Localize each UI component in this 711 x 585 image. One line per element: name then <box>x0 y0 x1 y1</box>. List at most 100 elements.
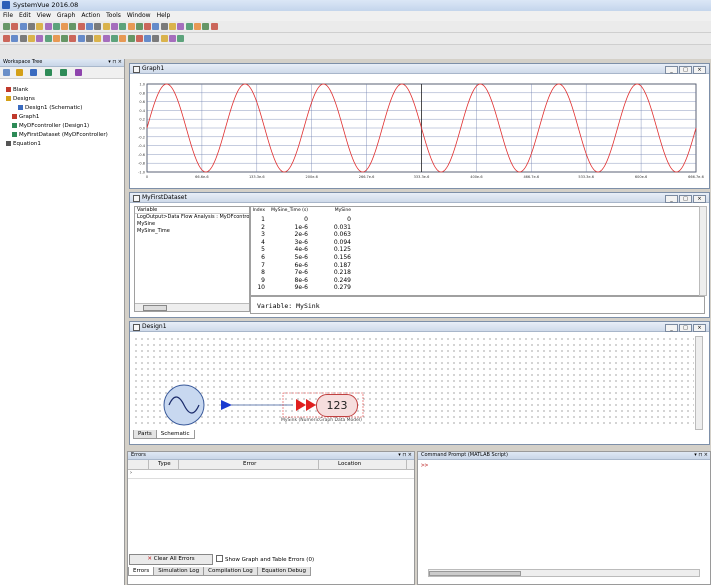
toolbar-button-icon[interactable] <box>185 23 193 30</box>
col-error[interactable]: Error <box>243 461 256 467</box>
col-location[interactable]: Location <box>338 461 361 467</box>
variable-hscrollbar[interactable] <box>135 303 249 311</box>
toolbar-button-icon[interactable] <box>19 35 27 42</box>
dataset-icon[interactable] <box>45 69 52 76</box>
toolbar-button-icon[interactable] <box>127 23 135 30</box>
table-row[interactable]: 9 8e-6 0.249 <box>251 277 361 284</box>
table-row[interactable]: 3 2e-6 0.063 <box>251 231 361 238</box>
column-header[interactable]: MySine_Time (s) <box>271 208 308 213</box>
menu-graph[interactable]: Graph <box>54 11 78 19</box>
toolbar-button-icon[interactable] <box>169 35 176 42</box>
toolbar-button-icon[interactable] <box>44 23 52 30</box>
tree-item[interactable]: Design1 (Schematic) <box>18 105 82 111</box>
toolbar-button-icon[interactable] <box>152 23 160 30</box>
design-vscrollbar[interactable] <box>695 336 703 430</box>
tab-compilation-log[interactable]: Compilation Log <box>203 567 258 576</box>
close-button[interactable]: × <box>693 324 706 332</box>
settings-icon[interactable] <box>75 69 82 76</box>
toolbar-button-icon[interactable] <box>61 35 69 42</box>
toolbar-button-icon[interactable] <box>61 23 69 30</box>
minimize-button[interactable]: _ <box>665 324 678 332</box>
toolbar-button-icon[interactable] <box>11 35 19 42</box>
toolbar-button-icon[interactable] <box>169 23 176 30</box>
minimize-button[interactable]: _ <box>665 66 678 74</box>
toolbar-button-icon[interactable] <box>193 23 201 30</box>
toolbar-button-icon[interactable] <box>102 23 110 30</box>
tab-parts[interactable]: Parts <box>133 430 157 439</box>
toolbar-button-icon[interactable] <box>86 35 93 42</box>
menu-edit[interactable]: Edit <box>16 11 34 19</box>
toolbar-button-icon[interactable] <box>19 23 27 30</box>
toolbar-button-icon[interactable] <box>86 23 93 30</box>
restore-button[interactable]: □ <box>679 66 692 74</box>
toolbar-button-icon[interactable] <box>94 23 102 30</box>
clear-all-errors-button[interactable]: ✕ Clear All Errors <box>129 554 213 565</box>
toolbar-button-icon[interactable] <box>94 35 102 42</box>
command-hscrollbar[interactable] <box>428 569 700 577</box>
toolbar-button-icon[interactable] <box>77 35 85 42</box>
toolbar-button-icon[interactable] <box>119 35 127 42</box>
toolbar-button-icon[interactable] <box>177 35 185 42</box>
tree-item[interactable]: Blank <box>6 87 28 93</box>
sine-chart[interactable]: 1.0 0.8 0.6 0.4 0.2 0.0 -0.2 -0.4 -0.6 -0.8 -1.00 6… <box>130 74 707 187</box>
toolbar-button-icon[interactable] <box>135 35 143 42</box>
pane-controls-icon[interactable]: ▾ ⊓ × <box>694 452 708 459</box>
toolbar-button-icon[interactable] <box>69 35 77 42</box>
menu-help[interactable]: Help <box>154 11 174 19</box>
close-button[interactable]: × <box>693 195 706 203</box>
table-row[interactable]: 7 6e-6 0.187 <box>251 262 361 269</box>
restore-button[interactable]: □ <box>679 324 692 332</box>
menu-action[interactable]: Action <box>78 11 103 19</box>
pane-controls-icon[interactable]: ▾ ⊓ × <box>108 59 122 66</box>
toolbar-button-icon[interactable] <box>135 23 143 30</box>
toolbar-button-icon[interactable] <box>202 23 210 30</box>
tab-equation-debug[interactable]: Equation Debug <box>256 567 311 576</box>
toolbar-button-icon[interactable] <box>119 23 127 30</box>
toolbar-button-icon[interactable] <box>177 23 185 30</box>
toolbar-button-icon[interactable] <box>160 35 168 42</box>
restore-button[interactable]: □ <box>679 195 692 203</box>
toolbar-button-icon[interactable] <box>160 23 168 30</box>
tree-item[interactable]: Designs <box>6 96 35 102</box>
toolbar-button-icon[interactable] <box>36 23 44 30</box>
toolbar-button-icon[interactable] <box>36 35 44 42</box>
show-errors-checkbox-row[interactable]: Show Graph and Table Errors (0) <box>216 555 314 563</box>
minimize-button[interactable]: _ <box>665 195 678 203</box>
new-icon[interactable] <box>3 69 10 76</box>
numeric-display[interactable]: 123 <box>316 394 358 417</box>
toolbar-button-icon[interactable] <box>52 35 60 42</box>
schematic-icon[interactable] <box>30 69 37 76</box>
toolbar-button-icon[interactable] <box>69 23 77 30</box>
scroll-thumb[interactable] <box>143 305 167 311</box>
table-vscrollbar[interactable] <box>699 206 707 296</box>
toolbar-button-icon[interactable] <box>127 35 135 42</box>
toolbar-button-icon[interactable] <box>102 35 110 42</box>
tree-item[interactable]: MyFirstDataset (MyDFcontroller) <box>12 132 108 138</box>
toolbar-button-icon[interactable] <box>210 23 218 30</box>
table-row[interactable]: 10 9e-6 0.279 <box>251 284 361 291</box>
variable-item[interactable]: MySine_Time <box>135 228 249 235</box>
tree-item[interactable]: Equation1 <box>6 141 41 147</box>
toolbar-button-icon[interactable] <box>52 23 60 30</box>
pane-controls-icon[interactable]: ▾ ⊓ × <box>398 452 412 459</box>
column-header[interactable]: MySine <box>335 208 351 213</box>
table-row[interactable]: 1 0 0 <box>251 216 361 223</box>
variable-item[interactable]: LogOutput>Data Flow Analysis : MyDFcontr… <box>135 214 249 221</box>
tab-simulation-log[interactable]: Simulation Log <box>153 567 205 576</box>
menu-window[interactable]: Window <box>124 11 154 19</box>
table-row[interactable]: 8 7e-6 0.218 <box>251 269 361 276</box>
table-row[interactable]: 5 4e-6 0.125 <box>251 246 361 253</box>
toolbar-button-icon[interactable] <box>27 23 35 30</box>
col-type[interactable]: Type <box>158 461 171 467</box>
toolbar-button-icon[interactable] <box>77 23 85 30</box>
tab-schematic[interactable]: Schematic <box>155 430 195 439</box>
tab-errors[interactable]: Errors <box>128 567 155 576</box>
menu-view[interactable]: View <box>34 11 54 19</box>
toolbar-button-icon[interactable] <box>152 35 160 42</box>
tree-item[interactable]: Graph1 <box>12 114 39 120</box>
toolbar-button-icon[interactable] <box>110 23 118 30</box>
table-row[interactable]: 2 1e-6 0.031 <box>251 224 361 231</box>
toolbar-button-icon[interactable] <box>27 35 35 42</box>
variable-item[interactable]: MySine <box>135 221 249 228</box>
toolbar-button-icon[interactable] <box>144 35 152 42</box>
